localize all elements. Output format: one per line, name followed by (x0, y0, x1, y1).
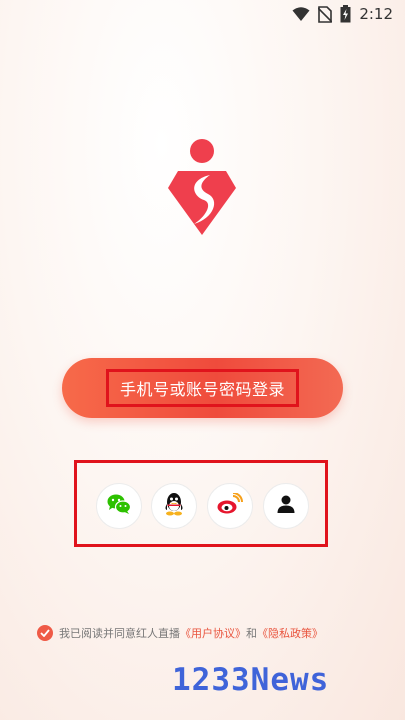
account-login-button[interactable] (263, 483, 309, 529)
phone-account-login-button[interactable]: 手机号或账号密码登录 (62, 358, 343, 418)
battery-charging-icon (340, 5, 351, 23)
user-agreement-link[interactable]: 《用户协议》 (180, 627, 246, 640)
user-icon (276, 494, 296, 518)
agreement-conjunction: 和 (246, 627, 257, 640)
qq-penguin-icon (163, 492, 185, 520)
login-button-label: 手机号或账号密码登录 (119, 380, 285, 399)
no-sim-icon (318, 5, 333, 23)
watermark: 1233News (172, 662, 330, 698)
status-time: 2:12 (359, 5, 393, 23)
status-icons: 2:12 (292, 5, 393, 23)
app-logo (164, 138, 240, 238)
privacy-policy-link[interactable]: 《隐私政策》 (257, 627, 323, 640)
wifi-icon (292, 6, 310, 22)
agreement-row: 我已阅读并同意红人直播《用户协议》和《隐私政策》 (37, 625, 323, 641)
agreement-text: 我已阅读并同意红人直播 (59, 627, 180, 640)
weibo-login-button[interactable] (207, 483, 253, 529)
weibo-icon (217, 492, 243, 519)
check-icon (40, 629, 50, 637)
login-label-highlight: 手机号或账号密码登录 (105, 369, 299, 407)
agreement-checkbox[interactable] (37, 625, 53, 641)
wechat-icon (107, 493, 132, 519)
qq-login-button[interactable] (151, 483, 197, 529)
wechat-login-button[interactable] (96, 483, 142, 529)
status-bar: 2:12 (0, 0, 405, 28)
